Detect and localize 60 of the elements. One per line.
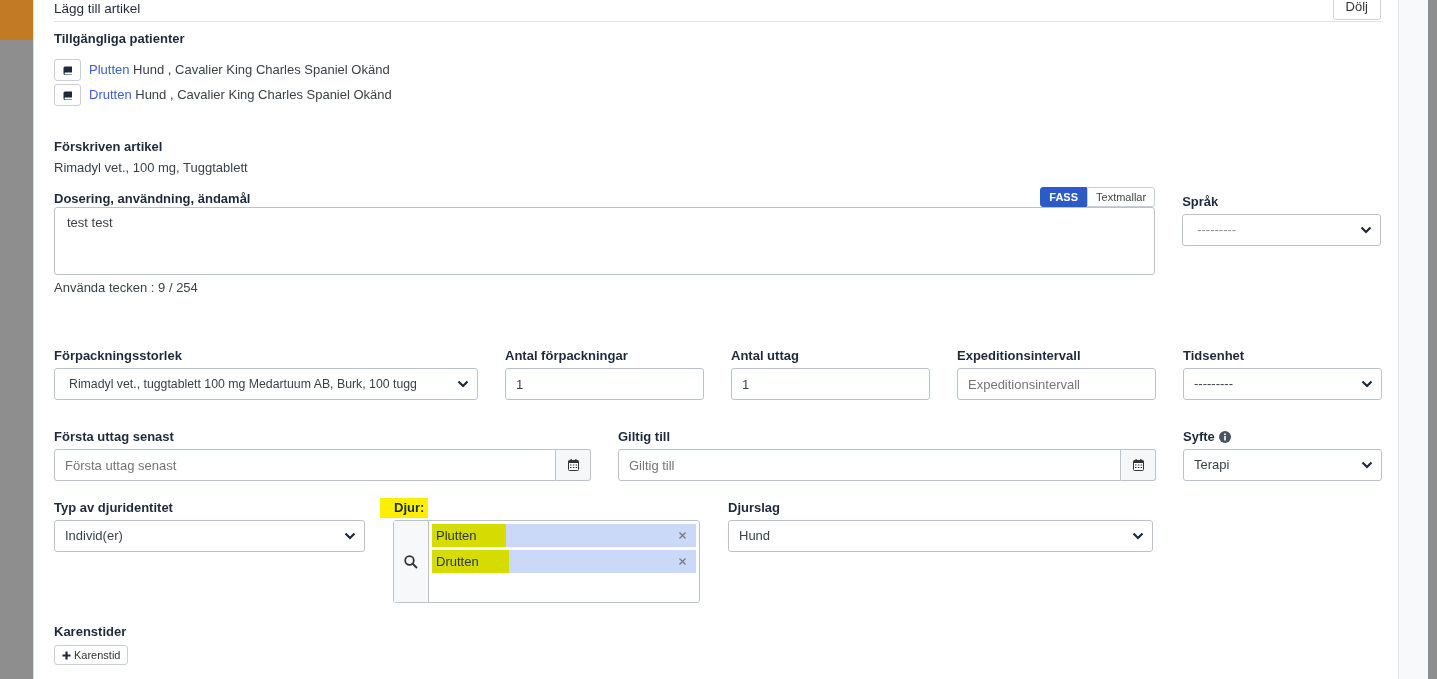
field-label: Antal uttag — [731, 347, 799, 365]
text-area[interactable]: test test — [54, 207, 1156, 276]
toggle-tab[interactable]: Textmallar — [1087, 186, 1156, 208]
field-label: Antal förpackningar — [505, 347, 628, 365]
book-icon — [62, 90, 73, 100]
field-label: Dosering, användning, ändamål — [54, 189, 251, 208]
book-button[interactable] — [54, 84, 81, 107]
chevron-icon — [1361, 380, 1373, 389]
field-label: Expeditionsintervall — [957, 347, 1081, 365]
select-field[interactable]: Terapi — [1183, 449, 1382, 482]
modal-title: Lägg till artikel — [54, 0, 141, 18]
chevron-icon — [1361, 461, 1373, 470]
book-button[interactable] — [54, 59, 81, 82]
section-heading: Förskriven artikel — [54, 137, 164, 156]
chevron-icon — [1360, 226, 1372, 235]
field-label: Syfte — [1183, 428, 1215, 446]
section-heading: Karenstider — [54, 623, 128, 641]
tag-chip: Plutten — [432, 524, 696, 548]
input-field[interactable]: 1 — [505, 368, 704, 401]
character-counter: Använda tecken : 9 / 254 — [54, 279, 199, 298]
chevron-icon — [344, 532, 356, 541]
select-field[interactable]: Rimadyl vet., tuggtablett 100 mg Medartuum AB, Burk, 100 tugg — [54, 368, 478, 401]
field-label: Typ av djuridentitet — [54, 499, 173, 517]
calendar-button[interactable] — [1121, 449, 1156, 482]
close-icon — [679, 558, 686, 566]
tag-select-field[interactable]: Plutten Drutten — [393, 520, 700, 604]
calendar-button[interactable] — [556, 449, 591, 482]
toggle-tab[interactable]: FASS — [1040, 186, 1088, 208]
patient-link[interactable]: Plutten — [89, 62, 130, 78]
date-field[interactable]: Giltig till — [618, 449, 1121, 482]
patient-entry: Plutten Hund , Cavalier King Charles Spaniel Okänd — [89, 61, 390, 79]
add-button[interactable]: Karenstid — [54, 644, 129, 666]
field-label: Djurslag — [728, 499, 780, 517]
select-field[interactable]: Individ(er) — [54, 520, 365, 553]
close-icon — [679, 532, 686, 540]
search-icon — [404, 554, 418, 569]
input-field[interactable]: 1 — [731, 368, 930, 401]
date-field[interactable]: Första uttag senast — [54, 449, 556, 482]
select-field[interactable]: --------- — [1183, 368, 1382, 401]
tag-chip: Drutten — [432, 550, 696, 574]
field-label: Giltig till — [618, 428, 670, 446]
patient-link[interactable]: Drutten — [89, 87, 132, 103]
prescribed-article: Rimadyl vet., 100 mg, Tuggtablett — [54, 159, 249, 177]
calendar-icon — [567, 459, 579, 472]
hide-button[interactable]: Dölj — [1332, 0, 1381, 20]
field-label: Förpackningsstorlek — [54, 347, 182, 365]
book-icon — [62, 65, 73, 75]
chevron-icon — [1132, 532, 1144, 541]
header-bar-edge — [0, 0, 33, 40]
patient-entry: Drutten Hund , Cavalier King Charles Spaniel Okänd — [89, 86, 392, 104]
select-field[interactable]: Hund — [728, 520, 1153, 553]
field-label: Språk — [1182, 192, 1220, 211]
input-field[interactable]: Expeditionsintervall — [957, 368, 1156, 401]
section-heading: Tillgängliga patienter — [54, 30, 186, 48]
plus-icon — [62, 650, 71, 660]
field-label: Tidsenhet — [1183, 347, 1245, 365]
calendar-icon — [1132, 459, 1144, 472]
field-label: Första uttag senast — [54, 428, 174, 446]
field-label: Djur: — [380, 498, 429, 518]
chevron-icon — [457, 380, 469, 389]
